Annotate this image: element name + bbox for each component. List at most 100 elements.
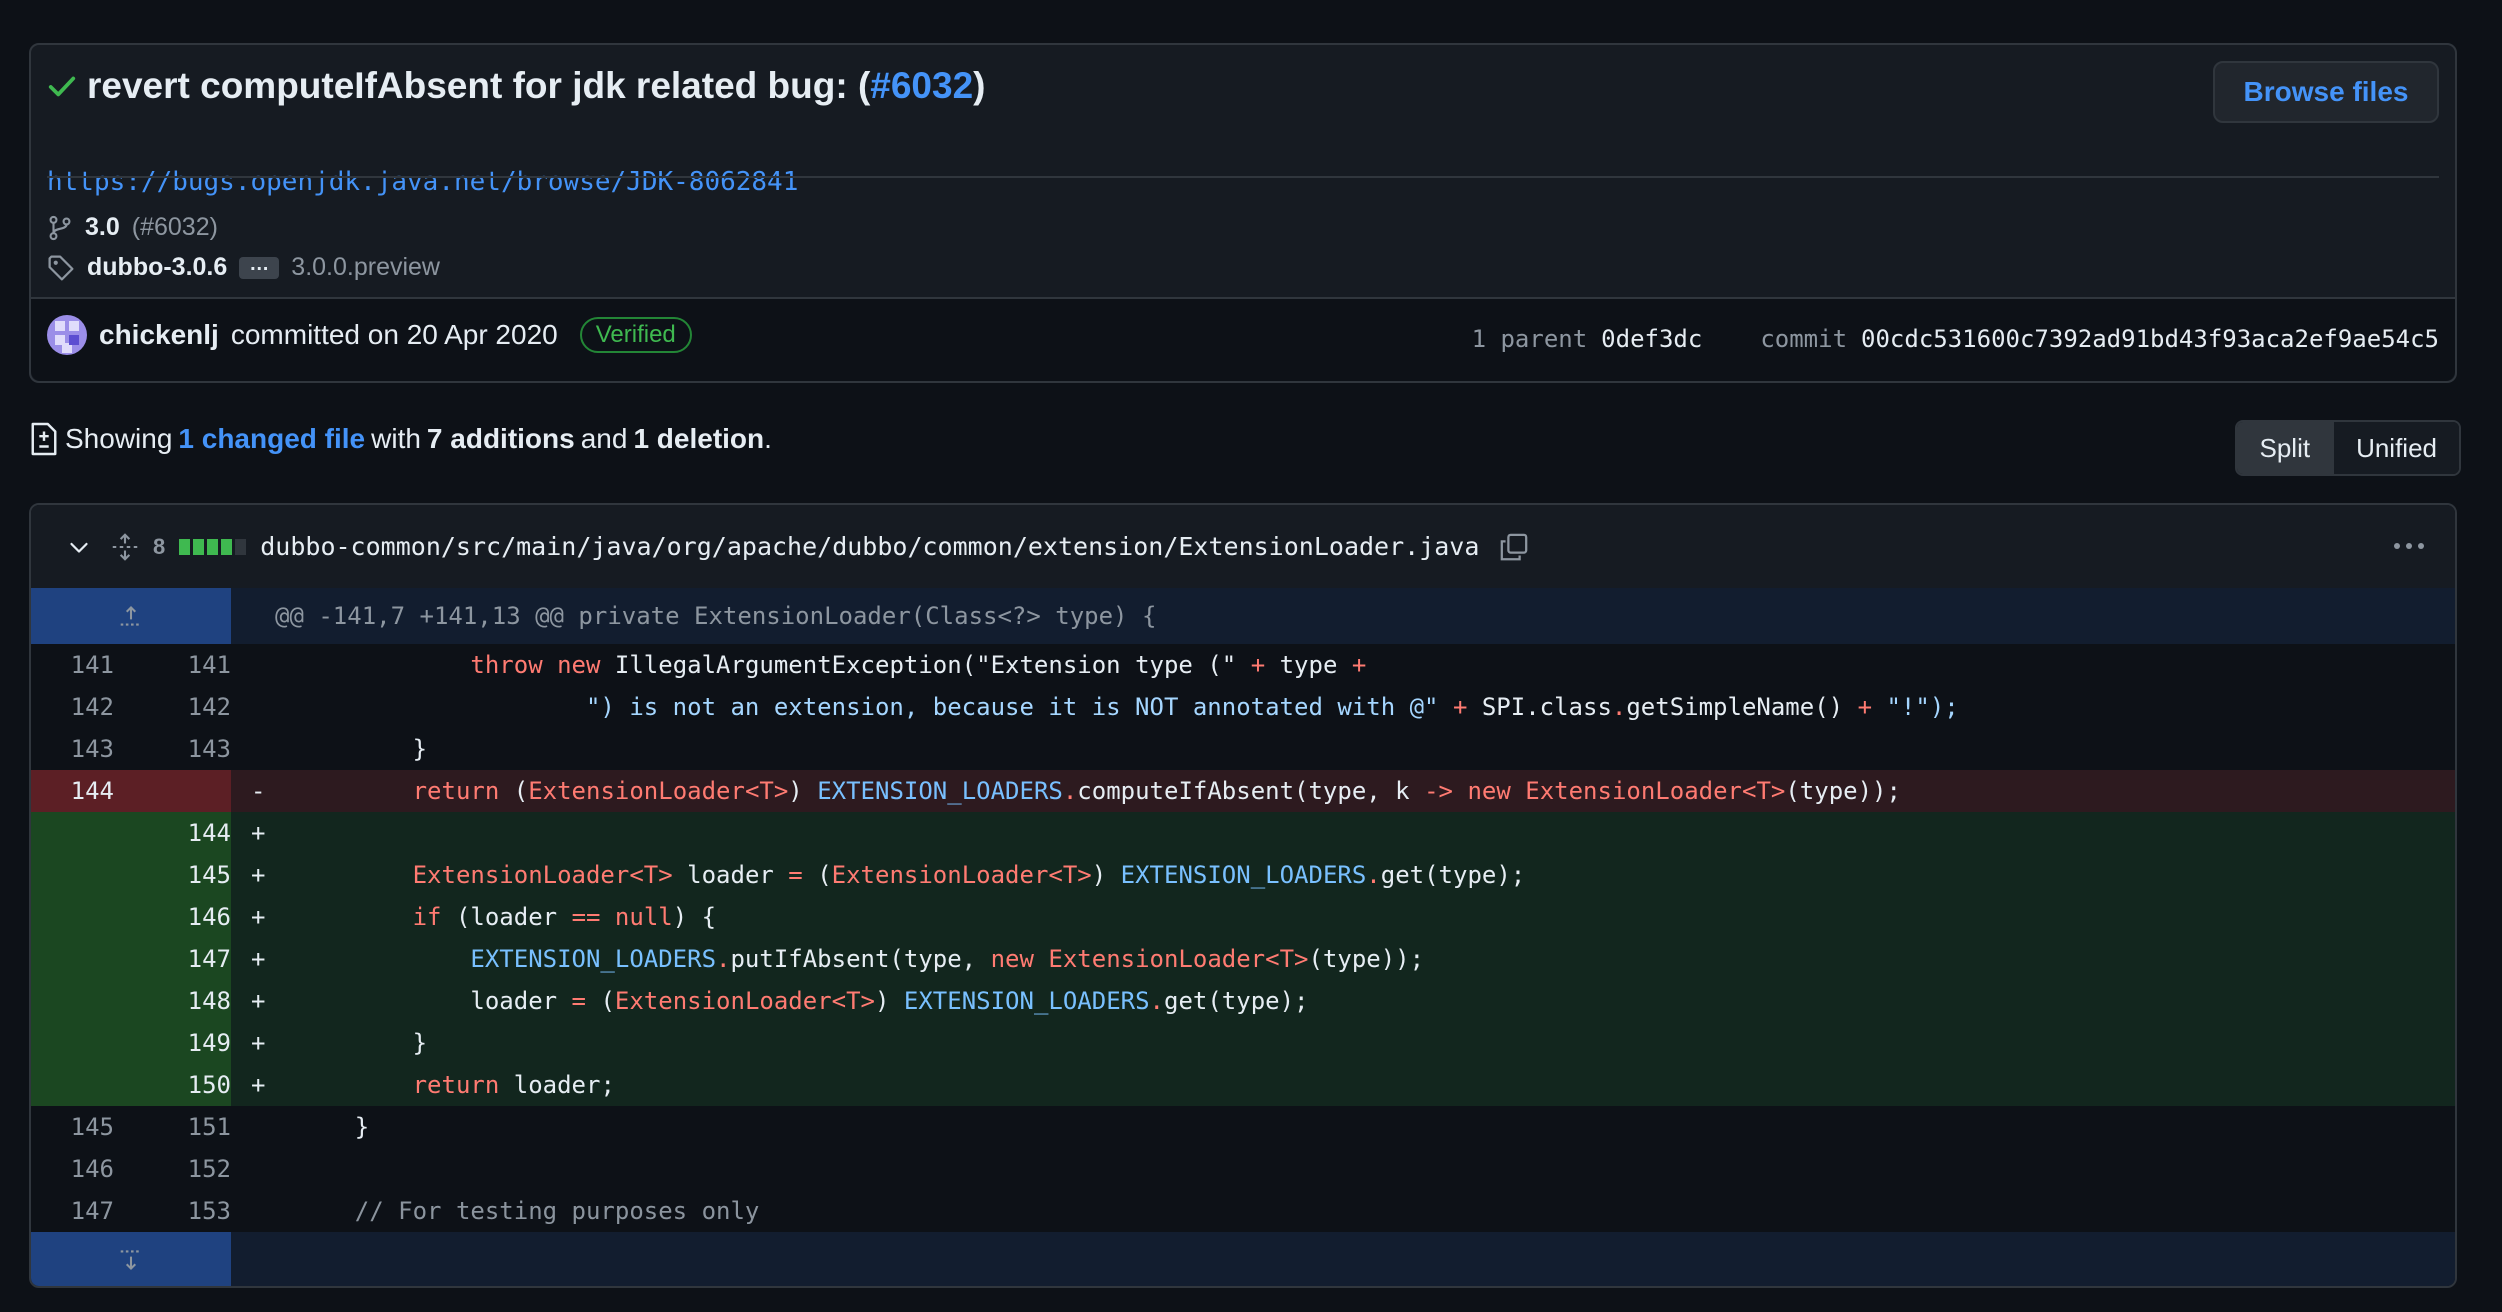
diff-sign (251, 644, 277, 686)
tag-other[interactable]: 3.0.0.preview (291, 253, 440, 282)
summary-period: . (764, 423, 772, 454)
kebab-horizontal-icon[interactable] (2391, 531, 2427, 561)
diff-sign: + (251, 1071, 266, 1099)
diff-line-added: 144 + (31, 812, 2455, 854)
diff-line-added: 149 + } (31, 1022, 2455, 1064)
new-line-number[interactable]: 150 (114, 1064, 231, 1106)
commit-meta: chickenlj committed on 20 Apr 2020 Verif… (31, 297, 2455, 381)
code-text: ExtensionLoader<T> loader = (ExtensionLo… (412, 861, 1526, 889)
showing-label: Showing (65, 423, 173, 454)
old-line-number[interactable] (31, 812, 114, 854)
branch-name[interactable]: 3.0 (85, 213, 120, 242)
code-text: EXTENSION_LOADERS.putIfAbsent(type, new … (470, 945, 1425, 973)
expand-down-icon (120, 1250, 142, 1271)
new-line-number[interactable]: 146 (114, 896, 231, 938)
diff-sign (251, 728, 277, 770)
committed-date: committed on 20 Apr 2020 (230, 319, 558, 350)
old-line-number[interactable]: 147 (31, 1190, 114, 1232)
unified-button[interactable]: Unified (2332, 422, 2459, 474)
commit-label: commit (1760, 325, 1848, 353)
new-line-number[interactable]: 141 (114, 644, 231, 686)
old-line-number[interactable]: 141 (31, 644, 114, 686)
changed-files-link[interactable]: 1 changed file (178, 423, 365, 455)
old-line-number[interactable] (31, 854, 114, 896)
expand-up-button[interactable] (31, 588, 231, 644)
browse-files-button[interactable]: Browse files (2213, 61, 2439, 123)
pr-link[interactable]: #6032 (870, 65, 973, 106)
code-text: return loader; (412, 1071, 615, 1099)
hunk-text: @@ -141,7 +141,13 @@ private ExtensionLo… (275, 602, 1157, 630)
branch-pr[interactable]: (#6032) (132, 213, 218, 242)
old-line-number[interactable]: 144 (31, 770, 114, 812)
with-label: with (371, 423, 421, 454)
diff-line: 143 143 } (31, 728, 2455, 770)
new-line-number[interactable]: 152 (114, 1148, 231, 1190)
tag-more-button[interactable]: … (239, 254, 280, 279)
and-label: and (580, 423, 628, 454)
additions-count: 7 additions (426, 423, 575, 454)
file-path[interactable]: dubbo-common/src/main/java/org/apache/du… (260, 532, 1479, 561)
diff-sign: + (251, 945, 266, 973)
diff-sign (251, 1190, 277, 1232)
old-line-number[interactable] (31, 938, 114, 980)
code-text: // For testing purposes only (354, 1197, 760, 1225)
new-line-number[interactable]: 145 (114, 854, 231, 896)
old-line-number[interactable]: 142 (31, 686, 114, 728)
diff-sign (251, 686, 277, 728)
diff-sign: + (251, 987, 266, 1015)
diffstat (179, 538, 247, 555)
diff-line: 147 153 // For testing purposes only (31, 1190, 2455, 1232)
diff-summary: Showing 1 changed file with 7 additions … (29, 422, 772, 456)
parent-hash[interactable]: 0def3dc (1601, 325, 1702, 353)
chevron-down-icon[interactable] (67, 535, 91, 559)
parent-label: 1 parent (1471, 325, 1588, 353)
code-text: if (loader == null) { (412, 903, 717, 931)
new-line-number[interactable]: 142 (114, 686, 231, 728)
expand-down-button[interactable] (31, 1232, 231, 1286)
diff-line-deleted: 144 - return (ExtensionLoader<T>) EXTENS… (31, 770, 2455, 812)
diff-view-toggle: Split Unified (2235, 420, 2461, 476)
diff-line-added: 148 + loader = (ExtensionLoader<T>) EXTE… (31, 980, 2455, 1022)
diff-line: 141 141 throw new IllegalArgumentExcepti… (31, 644, 2455, 686)
check-icon (48, 76, 76, 97)
old-line-number[interactable] (31, 1064, 114, 1106)
commit-title-text: revert computeIfAbsent for jdk related b… (87, 65, 871, 106)
file-header: 8 dubbo-common/src/main/java/org/apache/… (31, 505, 2455, 590)
code-text: ") is not an extension, because it is NO… (585, 693, 1959, 721)
unfold-icon[interactable] (111, 532, 139, 561)
diff-line-added: 150 + return loader; (31, 1064, 2455, 1106)
author-name[interactable]: chickenlj (99, 319, 219, 351)
diff-line: 146 152 (31, 1148, 2455, 1190)
tag-name[interactable]: dubbo-3.0.6 (87, 253, 227, 282)
hunk-header: @@ -141,7 +141,13 @@ private ExtensionLo… (31, 588, 2455, 644)
verified-badge[interactable]: Verified (579, 317, 692, 353)
old-line-number[interactable] (31, 980, 114, 1022)
new-line-number[interactable]: 147 (114, 938, 231, 980)
hunk-footer (31, 1232, 2455, 1286)
avatar[interactable] (47, 315, 87, 355)
old-line-number[interactable]: 143 (31, 728, 114, 770)
new-line-number[interactable]: 143 (114, 728, 231, 770)
new-line-number[interactable]: 144 (114, 812, 231, 854)
tag-icon (48, 254, 74, 281)
new-line-number[interactable]: 151 (114, 1106, 231, 1148)
tag-row: dubbo-3.0.6 … 3.0.0.preview (47, 253, 440, 282)
new-line-number[interactable] (114, 770, 231, 812)
old-line-number[interactable] (31, 896, 114, 938)
new-line-number[interactable]: 149 (114, 1022, 231, 1064)
old-line-number[interactable]: 145 (31, 1106, 114, 1148)
old-line-number[interactable] (31, 1022, 114, 1064)
new-line-number[interactable]: 153 (114, 1190, 231, 1232)
old-line-number[interactable]: 146 (31, 1148, 114, 1190)
commit-description-link[interactable]: https://bugs.openjdk.java.net/browse/JDK… (47, 167, 798, 197)
split-button[interactable]: Split (2237, 422, 2333, 474)
commit-title: revert computeIfAbsent for jdk related b… (47, 65, 986, 107)
git-branch-icon (49, 215, 71, 240)
diff-sign: + (251, 903, 266, 931)
new-line-number[interactable]: 148 (114, 980, 231, 1022)
diff-table: @@ -141,7 +141,13 @@ private ExtensionLo… (31, 588, 2455, 1286)
copy-icon[interactable] (1499, 532, 1529, 562)
commit-hash: 00cdc531600c7392ad91bd43f93aca2ef9ae54c5 (1861, 325, 2439, 353)
